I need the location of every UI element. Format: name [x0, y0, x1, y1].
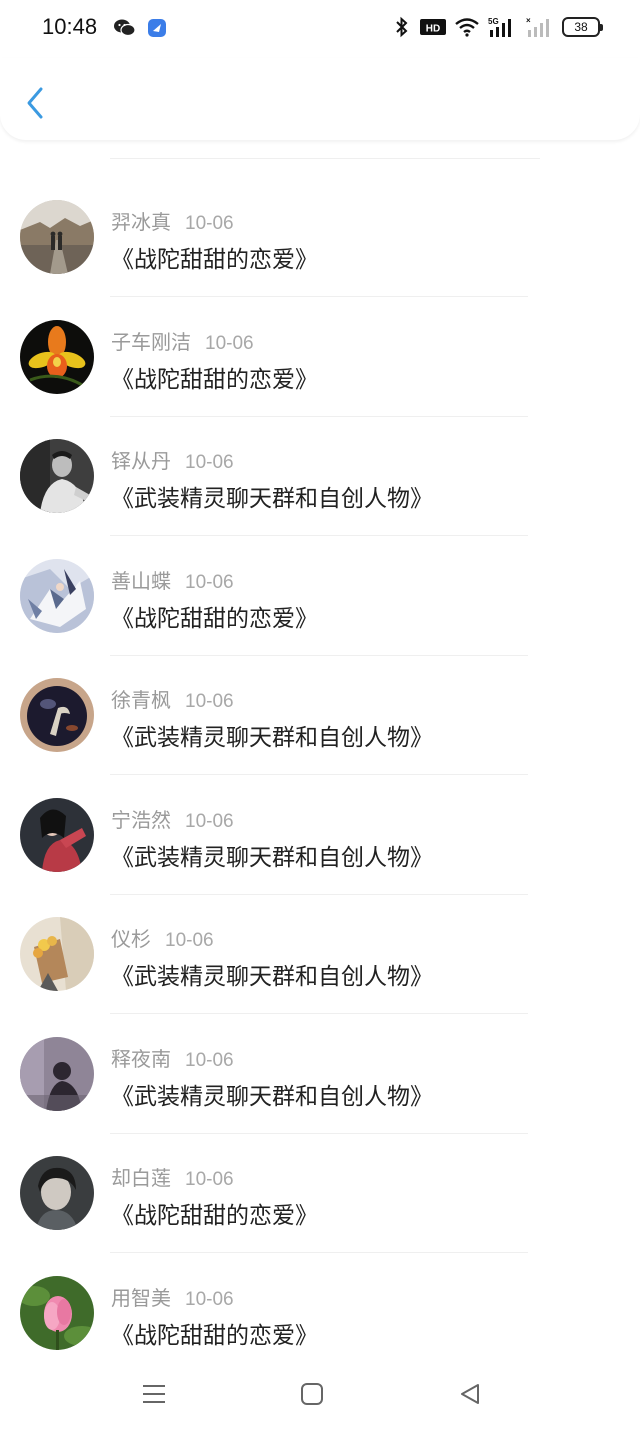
- avatar: [20, 200, 94, 274]
- back-button[interactable]: [18, 82, 52, 124]
- post-date: 10-06: [185, 1050, 234, 1071]
- back-triangle-icon: [461, 1384, 479, 1404]
- status-indicators: HD 5G × 38: [392, 16, 603, 38]
- bluetooth-icon: [392, 16, 412, 38]
- post-date: 10-06: [185, 691, 234, 712]
- post-title: 《战陀甜甜的恋爱》: [111, 1323, 318, 1349]
- nav-back-button[interactable]: [450, 1379, 490, 1409]
- list-item[interactable]: 宁浩然 10-06 《武装精灵聊天群和自创人物》: [0, 776, 640, 895]
- post-date: 10-06: [165, 930, 214, 951]
- post-title: 《战陀甜甜的恋爱》: [111, 606, 318, 632]
- avatar: [20, 439, 94, 513]
- post-title: 《战陀甜甜的恋爱》: [111, 247, 318, 273]
- menu-button[interactable]: [134, 1379, 174, 1409]
- username: 徐青枫: [111, 688, 171, 712]
- home-square-icon: [301, 1383, 323, 1405]
- avatar: [20, 1037, 94, 1111]
- list-item[interactable]: 羿冰真 10-06 《战陀甜甜的恋爱》: [0, 178, 640, 297]
- list-item[interactable]: 释夜南 10-06 《武装精灵聊天群和自创人物》: [0, 1015, 640, 1134]
- svg-text:×: ×: [526, 16, 531, 25]
- username: 羿冰真: [111, 210, 171, 234]
- wifi-icon: [454, 17, 480, 37]
- list-item[interactable]: 子车刚洁 10-06 《战陀甜甜的恋爱》: [0, 298, 640, 417]
- post-date: 10-06: [185, 572, 234, 593]
- hd-icon: HD: [420, 18, 446, 36]
- avatar: [20, 917, 94, 991]
- post-date: 10-06: [205, 333, 254, 354]
- username: 却白莲: [111, 1166, 171, 1190]
- home-button[interactable]: [292, 1379, 332, 1409]
- divider: [110, 774, 528, 775]
- username: 善山蝶: [111, 569, 171, 593]
- post-title: 《战陀甜甜的恋爱》: [111, 367, 318, 393]
- post-title: 《武装精灵聊天群和自创人物》: [111, 845, 433, 871]
- username: 仪杉: [111, 927, 151, 951]
- post-title: 《武装精灵聊天群和自创人物》: [111, 1084, 433, 1110]
- system-nav-bar: [0, 1353, 640, 1433]
- post-date: 10-06: [185, 452, 234, 473]
- signal-weak-icon: ×: [526, 16, 554, 38]
- post-title: 《武装精灵聊天群和自创人物》: [111, 725, 433, 751]
- divider: [110, 1013, 528, 1014]
- status-bar: 10:48 HD 5G × 38: [0, 0, 640, 58]
- username: 铎从丹: [111, 449, 171, 473]
- list-item[interactable]: 铎从丹 10-06 《武装精灵聊天群和自创人物》: [0, 417, 640, 536]
- username: 宁浩然: [111, 808, 171, 832]
- header-bar: [0, 58, 640, 140]
- post-date: 10-06: [185, 1169, 234, 1190]
- post-date: 10-06: [185, 213, 234, 234]
- divider: [110, 535, 528, 536]
- avatar: [20, 1156, 94, 1230]
- app-notification-icon: [147, 18, 167, 38]
- post-title: 《武装精灵聊天群和自创人物》: [111, 964, 433, 990]
- divider: [110, 296, 528, 297]
- wechat-icon: [114, 18, 136, 38]
- list-item[interactable]: 仪杉 10-06 《武装精灵聊天群和自创人物》: [0, 895, 640, 1014]
- post-date: 10-06: [185, 811, 234, 832]
- username: 子车刚洁: [111, 330, 191, 354]
- post-date: 10-06: [185, 1289, 234, 1310]
- divider: [110, 1252, 528, 1253]
- chevron-left-icon: [27, 87, 43, 119]
- avatar: [20, 678, 94, 752]
- list-item[interactable]: 善山蝶 10-06 《战陀甜甜的恋爱》: [0, 537, 640, 656]
- battery-icon: 38: [562, 17, 603, 37]
- list-top-divider: [110, 158, 540, 159]
- username: 释夜南: [111, 1047, 171, 1071]
- signal-5g-icon: 5G: [488, 16, 518, 38]
- avatar: [20, 559, 94, 633]
- svg-text:HD: HD: [426, 24, 440, 35]
- avatar: [20, 798, 94, 872]
- list-item[interactable]: 徐青枫 10-06 《武装精灵聊天群和自创人物》: [0, 656, 640, 775]
- status-time: 10:48: [42, 14, 98, 39]
- avatar: [20, 1276, 94, 1350]
- avatar: [20, 320, 94, 394]
- username: 用智美: [111, 1286, 171, 1310]
- post-title: 《武装精灵聊天群和自创人物》: [111, 486, 433, 512]
- menu-icon: [143, 1385, 165, 1403]
- svg-text:5G: 5G: [488, 17, 499, 26]
- post-title: 《战陀甜甜的恋爱》: [111, 1203, 318, 1229]
- list-item[interactable]: 却白莲 10-06 《战陀甜甜的恋爱》: [0, 1134, 640, 1253]
